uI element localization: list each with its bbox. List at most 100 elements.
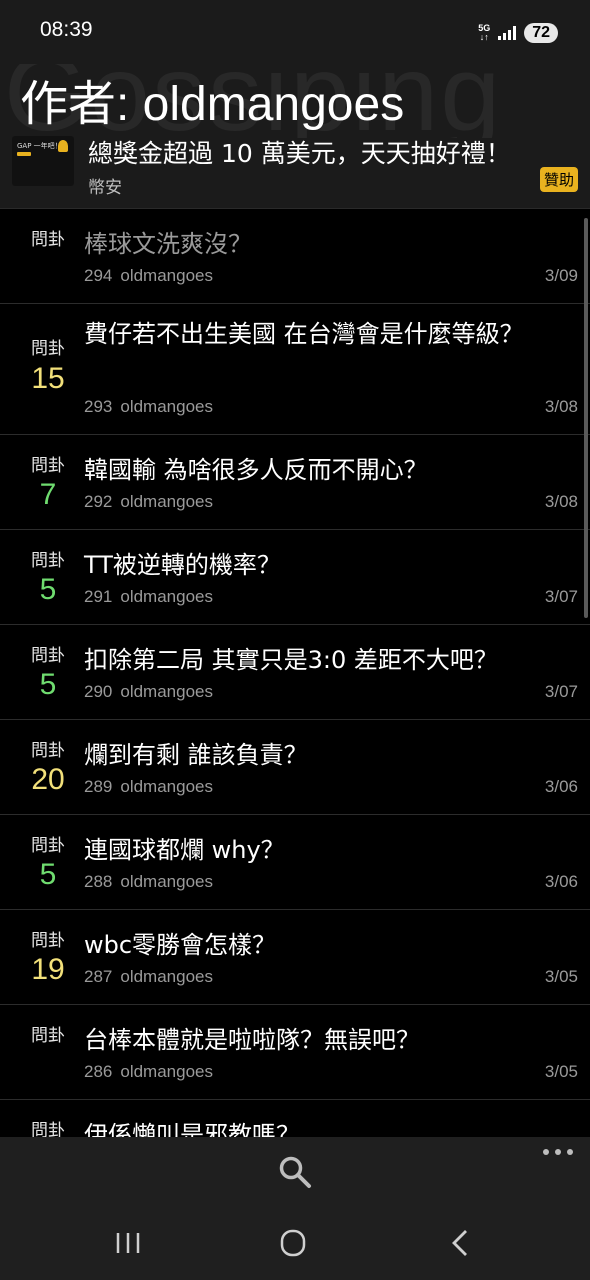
post-row[interactable]: 問卦 7 韓國輸 為啥很多人反而不開心？ 292 oldmangoes 3/08 [0, 435, 590, 530]
post-meta: 293 oldmangoes [84, 397, 213, 417]
ad-title: 總獎金超過 10 萬美元，天天抽好禮！ [88, 139, 511, 168]
post-list[interactable]: 問卦 棒球文洗爽沒？ 294 oldmangoes 3/09 問卦 15 費仔若不出生美國 在… [0, 209, 590, 1137]
post-date: 3/07 [544, 587, 578, 606]
post-title[interactable]: 伊係懶叫是邪教嗎？ [84, 1117, 538, 1137]
page-header: Gossiping 作者: oldmangoes [0, 64, 590, 138]
post-meta: 290 oldmangoes [84, 682, 213, 702]
post-author[interactable]: oldmangoes [120, 967, 213, 986]
post-number: 293 [84, 397, 113, 416]
post-meta: 292 oldmangoes [84, 492, 213, 512]
push-count: 7 [39, 478, 57, 511]
post-category: 問卦 [31, 230, 65, 250]
post-author[interactable]: oldmangoes [120, 397, 213, 416]
post-category: 問卦 [31, 836, 65, 856]
post-row[interactable]: 問卦 5 連國球都爛 why？ 288 oldmangoes 3/06 [0, 815, 590, 910]
post-category: 問卦 [31, 741, 65, 761]
post-number: 286 [84, 1062, 113, 1081]
post-category: 問卦 [31, 339, 65, 359]
post-category: 問卦 [31, 931, 65, 951]
sponsored-ad[interactable]: GAP 一年吧！ 總獎金超過 10 萬美元，天天抽好禮！ 幣安 贊助 [0, 136, 590, 209]
post-title[interactable]: 韓國輸 為啥很多人反而不開心？ [84, 452, 538, 489]
post-title[interactable]: 扣除第二局 其實只是3:0 差距不大吧？ [84, 642, 538, 679]
post-date: 3/06 [544, 872, 578, 891]
post-number: 289 [84, 777, 113, 796]
network-indicator: 5G ↓↑ [478, 24, 490, 42]
post-row[interactable]: 問卦 伊係懶叫是邪教嗎？ [0, 1100, 590, 1137]
post-author[interactable]: oldmangoes [120, 777, 213, 796]
post-row[interactable]: 問卦 台棒本體就是啦啦隊？無誤吧？ 286 oldmangoes 3/05 [0, 1005, 590, 1100]
post-meta: 288 oldmangoes [84, 872, 213, 892]
post-date: 3/05 [544, 1062, 578, 1081]
post-date: 3/08 [544, 397, 578, 416]
status-time: 08:39 [40, 18, 93, 41]
push-count: 5 [39, 668, 57, 701]
ad-thumb-button [17, 152, 31, 156]
post-row[interactable]: 問卦 19 wbc零勝會怎樣？ 287 oldmangoes 3/05 [0, 910, 590, 1005]
post-title[interactable]: 費仔若不出生美國 在台灣會是什麼等級？ [84, 316, 538, 353]
battery-icon: 72 [524, 23, 558, 43]
post-date: 3/07 [544, 682, 578, 701]
search-icon[interactable] [278, 1155, 312, 1189]
push-count: 19 [31, 953, 65, 986]
more-icon[interactable] [542, 1147, 574, 1157]
post-number: 294 [84, 266, 113, 285]
back-icon[interactable] [440, 1227, 480, 1259]
post-category: 問卦 [31, 456, 65, 476]
post-category: 問卦 [31, 646, 65, 666]
post-category: 問卦 [31, 1026, 65, 1046]
post-author[interactable]: oldmangoes [120, 1062, 213, 1081]
data-arrows-icon: ↓↑ [479, 32, 489, 42]
post-number: 287 [84, 967, 113, 986]
post-title[interactable]: 棒球文洗爽沒？ [84, 226, 538, 263]
post-title[interactable]: wbc零勝會怎樣？ [84, 927, 538, 964]
recents-icon[interactable] [108, 1227, 148, 1259]
post-row[interactable]: 問卦 5 TT被逆轉的機率？ 291 oldmangoes 3/07 [0, 530, 590, 625]
post-author[interactable]: oldmangoes [120, 266, 213, 285]
ad-logo-icon [58, 140, 68, 152]
page-title: 作者: oldmangoes [20, 78, 405, 131]
post-title[interactable]: 連國球都爛 why？ [84, 832, 538, 869]
post-category: 問卦 [31, 551, 65, 571]
post-meta: 294 oldmangoes [84, 266, 213, 286]
post-date: 3/09 [544, 266, 578, 285]
push-count: 5 [39, 858, 57, 891]
post-number: 292 [84, 492, 113, 511]
post-meta: 287 oldmangoes [84, 967, 213, 987]
ad-source: 幣安 [88, 178, 122, 198]
post-author[interactable]: oldmangoes [120, 872, 213, 891]
push-count: 5 [39, 573, 57, 606]
status-bar: 08:39 5G ↓↑ 72 [0, 0, 590, 64]
scrollbar[interactable] [584, 218, 588, 618]
post-row[interactable]: 問卦 20 爛到有剩 誰該負責？ 289 oldmangoes 3/06 [0, 720, 590, 815]
post-number: 290 [84, 682, 113, 701]
post-row[interactable]: 問卦 棒球文洗爽沒？ 294 oldmangoes 3/09 [0, 209, 590, 304]
battery-level: 72 [532, 24, 550, 41]
post-date: 3/05 [544, 967, 578, 986]
post-meta: 286 oldmangoes [84, 1062, 213, 1082]
post-number: 291 [84, 587, 113, 606]
post-author[interactable]: oldmangoes [120, 492, 213, 511]
post-number: 288 [84, 872, 113, 891]
post-title[interactable]: 台棒本體就是啦啦隊？無誤吧？ [84, 1022, 538, 1059]
home-icon[interactable] [273, 1227, 313, 1259]
post-meta: 289 oldmangoes [84, 777, 213, 797]
post-row[interactable]: 問卦 5 扣除第二局 其實只是3:0 差距不大吧？ 290 oldmangoes 3/07 [0, 625, 590, 720]
ad-thumb-text: GAP 一年吧！ [17, 142, 62, 150]
signal-icon [498, 26, 517, 40]
post-title[interactable]: 爛到有剩 誰該負責？ [84, 737, 538, 774]
post-category: 問卦 [31, 1121, 65, 1137]
post-title[interactable]: TT被逆轉的機率？ [84, 547, 538, 584]
status-icons: 5G ↓↑ 72 [478, 20, 558, 46]
sponsored-badge: 贊助 [539, 167, 578, 192]
post-author[interactable]: oldmangoes [120, 587, 213, 606]
push-count: 15 [31, 362, 65, 395]
post-row[interactable]: 問卦 15 費仔若不出生美國 在台灣會是什麼等級？ 293 oldmangoes 3/08 [0, 304, 590, 435]
post-author[interactable]: oldmangoes [120, 682, 213, 701]
ad-thumbnail: GAP 一年吧！ [12, 136, 74, 186]
push-count: 20 [31, 763, 65, 796]
post-date: 3/08 [544, 492, 578, 511]
bottom-toolbar [0, 1137, 590, 1207]
post-date: 3/06 [544, 777, 578, 796]
system-nav-bar [0, 1207, 590, 1280]
post-meta: 291 oldmangoes [84, 587, 213, 607]
